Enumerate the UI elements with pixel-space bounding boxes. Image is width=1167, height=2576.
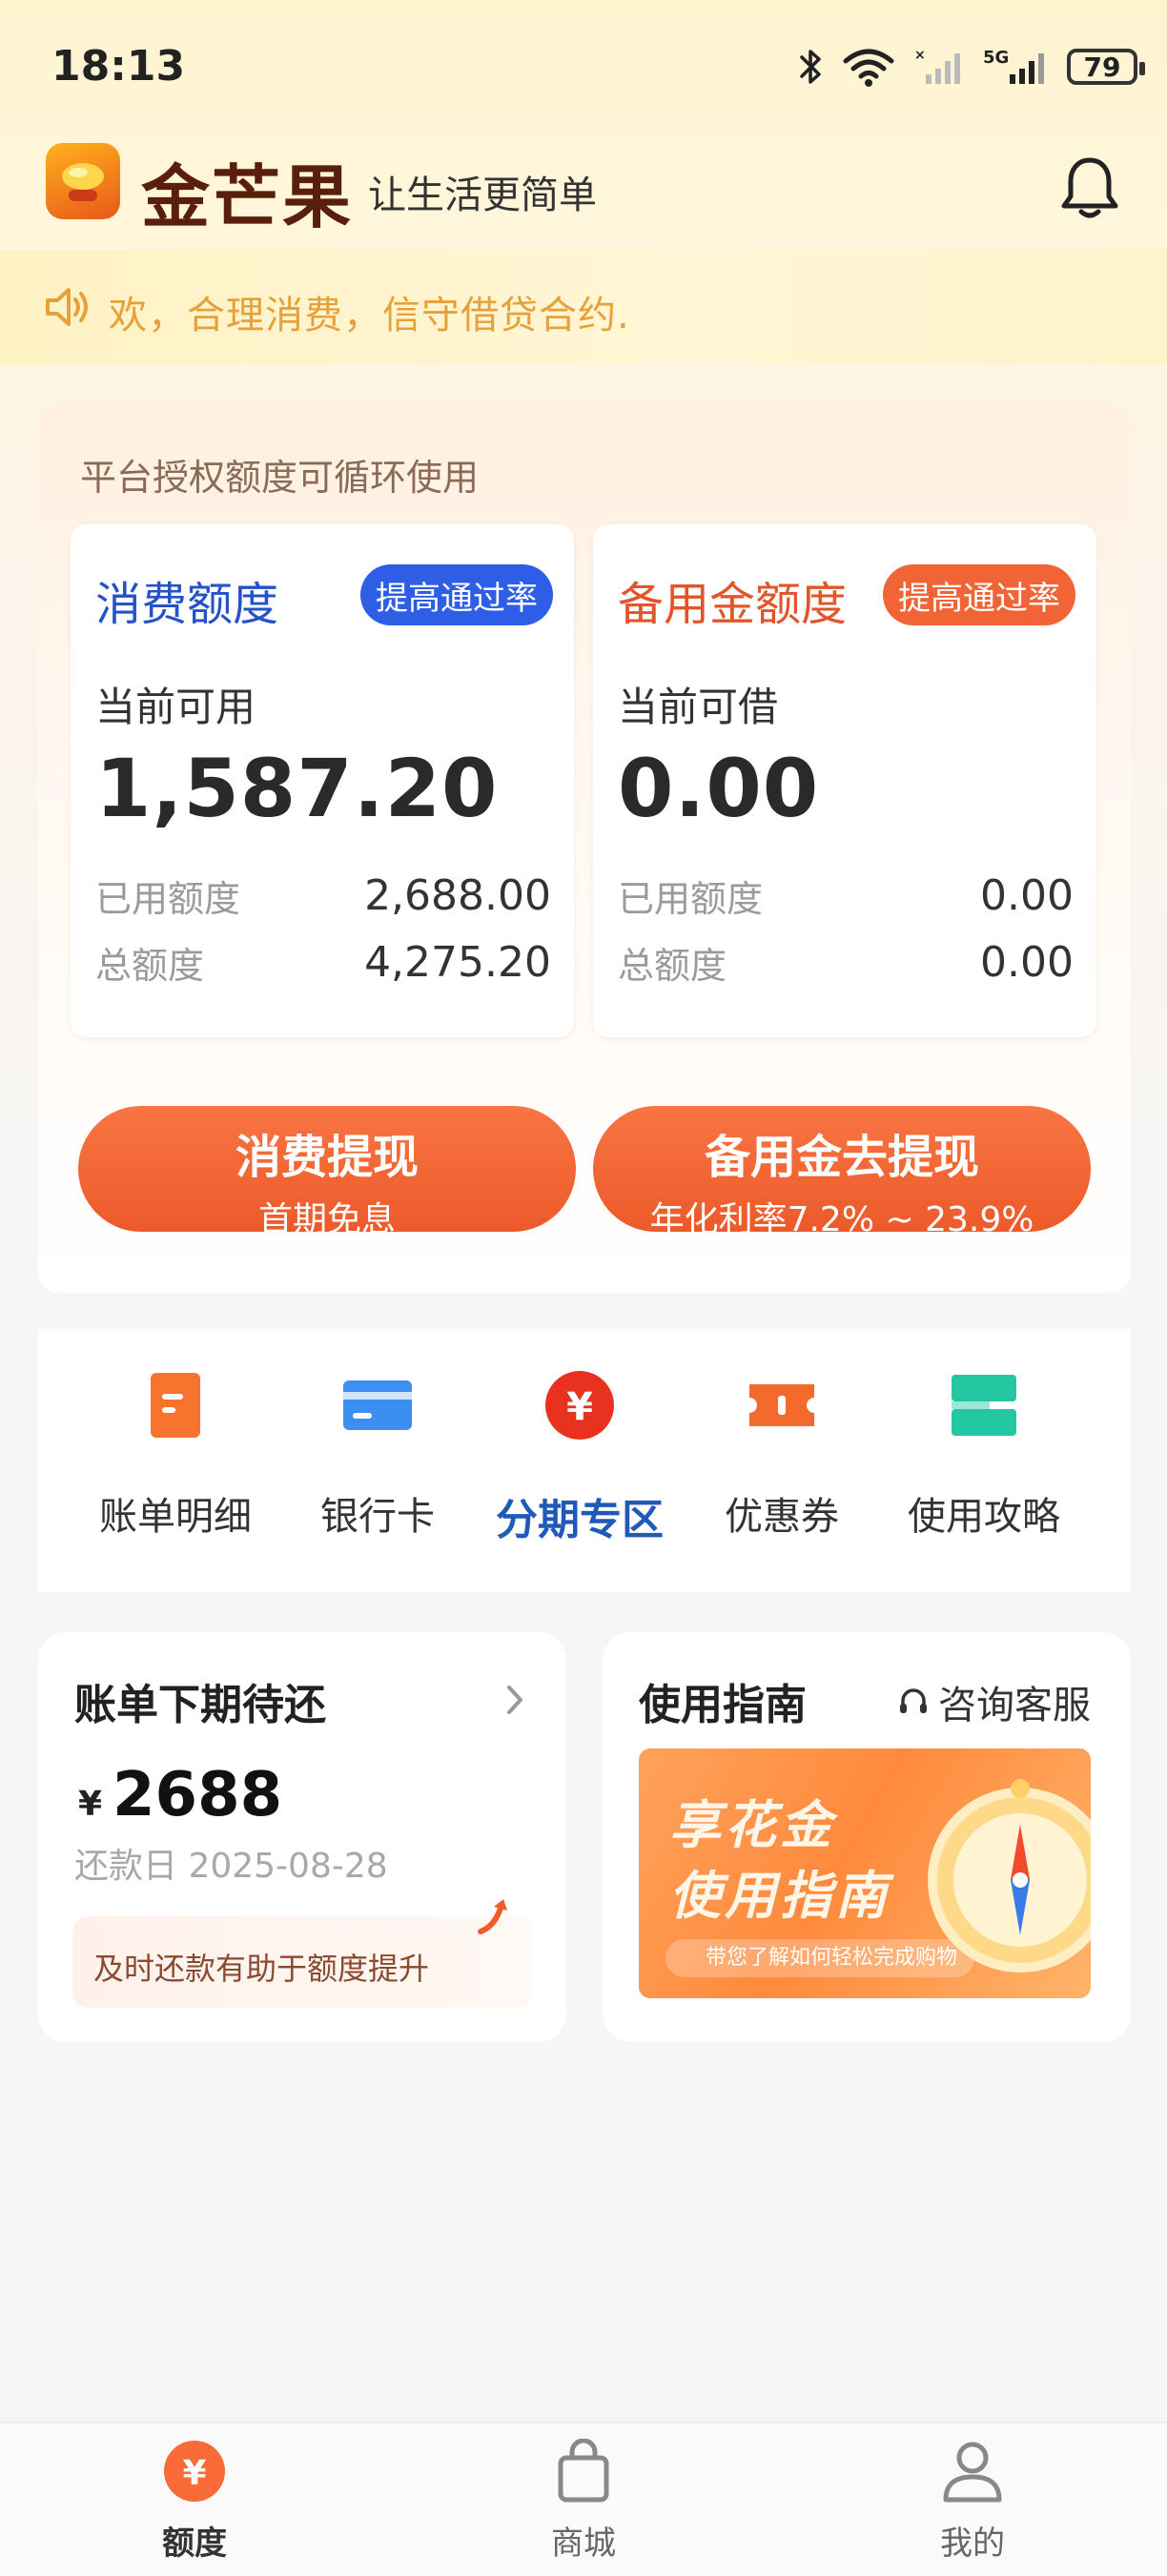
shortcut-bank-card[interactable]: 银行卡 [282,1367,473,1541]
user-icon [943,2442,1002,2503]
compass-icon [928,1779,1091,1973]
shortcut-installment[interactable]: ¥ 分期专区 [484,1367,675,1546]
bill-icon [151,1373,200,1438]
consume-withdraw-label: 消费提现 [235,1131,419,1184]
used-label: 已用额度 [618,878,764,920]
reserve-quota-card: 备用金额度 提高通过率 当前可借 0.00 已用额度 0.00 总额度 0.00 [593,524,1096,1037]
shortcut-guide[interactable]: 使用攻略 [889,1367,1079,1541]
tab-mine[interactable]: 我的 [877,2439,1068,2564]
shortcut-label: 银行卡 [320,1495,435,1539]
bluetooth-icon [800,50,821,84]
yuan-tab-icon: ¥ [164,2441,225,2502]
headset-icon [900,1688,927,1713]
reserve-withdraw-label: 备用金去提现 [704,1131,979,1184]
guide-icon [952,1375,1016,1436]
app-logo [46,143,120,219]
signal-icon-5g: 5G [983,48,1044,84]
guide-banner[interactable]: 享花金 使用指南 带您了解如何轻松完成购物 [639,1748,1091,1998]
shortcut-coupon[interactable]: 优惠券 [686,1367,877,1541]
shortcut-label: 分期专区 [496,1496,664,1544]
reserve-withdraw-sub: 年化利率7.2% ~ 23.9% [649,1200,1034,1239]
yuan-icon: ¥ [545,1371,614,1440]
svg-text:¥: ¥ [182,2454,206,2493]
customer-service-link[interactable]: 咨询客服 [896,1674,1091,1729]
shortcut-label: 优惠券 [725,1495,839,1539]
tab-mall[interactable]: 商城 [488,2439,679,2564]
used-value: 0.00 [980,871,1074,920]
total-value: 4,275.20 [364,938,551,987]
raise-approval-button[interactable]: 提高通过率 [360,564,553,625]
shortcut-bill-detail[interactable]: 账单明细 [80,1367,271,1541]
shortcut-label: 使用攻略 [908,1495,1060,1539]
bank-card-icon [343,1380,412,1430]
consumption-quota-card: 消费额度 提高通过率 当前可用 1,587.20 已用额度 2,688.00 总… [71,524,574,1037]
consume-withdraw-sub: 首期免息 [257,1200,396,1239]
used-row: 已用额度 0.00 [618,869,1074,922]
status-time: 18:13 [51,42,186,91]
credit-note: 平台授权额度可循环使用 [80,457,480,499]
bill-due-date: 还款日 2025-08-28 [74,1847,388,1886]
consumption-quota-title: 消费额度 [95,578,279,631]
brand-name: 金芒果 [141,156,354,237]
used-value: 2,688.00 [364,871,551,920]
svg-text:5G: 5G [983,48,1009,68]
rising-arrow-icon [478,1899,507,1934]
coupon-icon [749,1384,814,1426]
used-label: 已用额度 [95,878,241,920]
wifi-icon [843,49,894,87]
tab-label: 额度 [162,2525,227,2563]
brand-slogan: 让生活更简单 [368,174,597,217]
tab-label: 商城 [551,2525,616,2563]
total-label: 总额度 [618,945,727,987]
chevron-right-icon[interactable] [496,1676,534,1724]
speaker-icon [46,288,88,326]
bill-card-title: 账单下期待还 [74,1681,326,1729]
bill-currency: ¥ [78,1785,103,1824]
bill-amount: 2688 [113,1760,283,1830]
banner-title-line2: 使用指南 [669,1866,891,1926]
available-label: 当前可借 [618,684,779,730]
available-amount: 1,587.20 [95,742,499,835]
reserve-withdraw-button[interactable]: 备用金去提现 年化利率7.2% ~ 23.9% [593,1106,1091,1239]
tab-label: 我的 [940,2525,1005,2563]
reserve-quota-title: 备用金额度 [618,578,848,631]
battery-indicator: 79 [1067,49,1145,85]
customer-service-label: 咨询客服 [938,1684,1091,1728]
bell-icon[interactable] [1058,154,1121,221]
mango-logo-icon [62,163,104,201]
used-row: 已用额度 2,688.00 [95,869,551,922]
guide-card-title: 使用指南 [639,1681,807,1729]
available-amount: 0.00 [618,742,820,835]
available-label: 当前可用 [95,684,256,730]
banner-title-line1: 享花金 [669,1795,835,1855]
notice-text: 欢，合理消费，信守借贷合约. [109,294,630,337]
consume-withdraw-button[interactable]: 消费提现 首期免息 [78,1106,576,1239]
signal-icon-1: × [914,48,960,84]
svg-text:×: × [914,48,926,63]
status-icons: × 5G 79 [796,40,1145,93]
svg-text:¥: ¥ [566,1385,593,1429]
total-row: 总额度 0.00 [618,936,1074,989]
shopping-bag-icon [558,2439,609,2503]
raise-approval-button[interactable]: 提高通过率 [883,564,1075,625]
shortcut-label: 账单明细 [99,1495,252,1539]
total-label: 总额度 [95,945,205,987]
bill-tip-text: 及时还款有助于额度提升 [93,1951,430,1987]
tab-quota[interactable]: ¥ 额度 [99,2439,290,2564]
total-row: 总额度 4,275.20 [95,936,551,989]
total-value: 0.00 [980,938,1074,987]
